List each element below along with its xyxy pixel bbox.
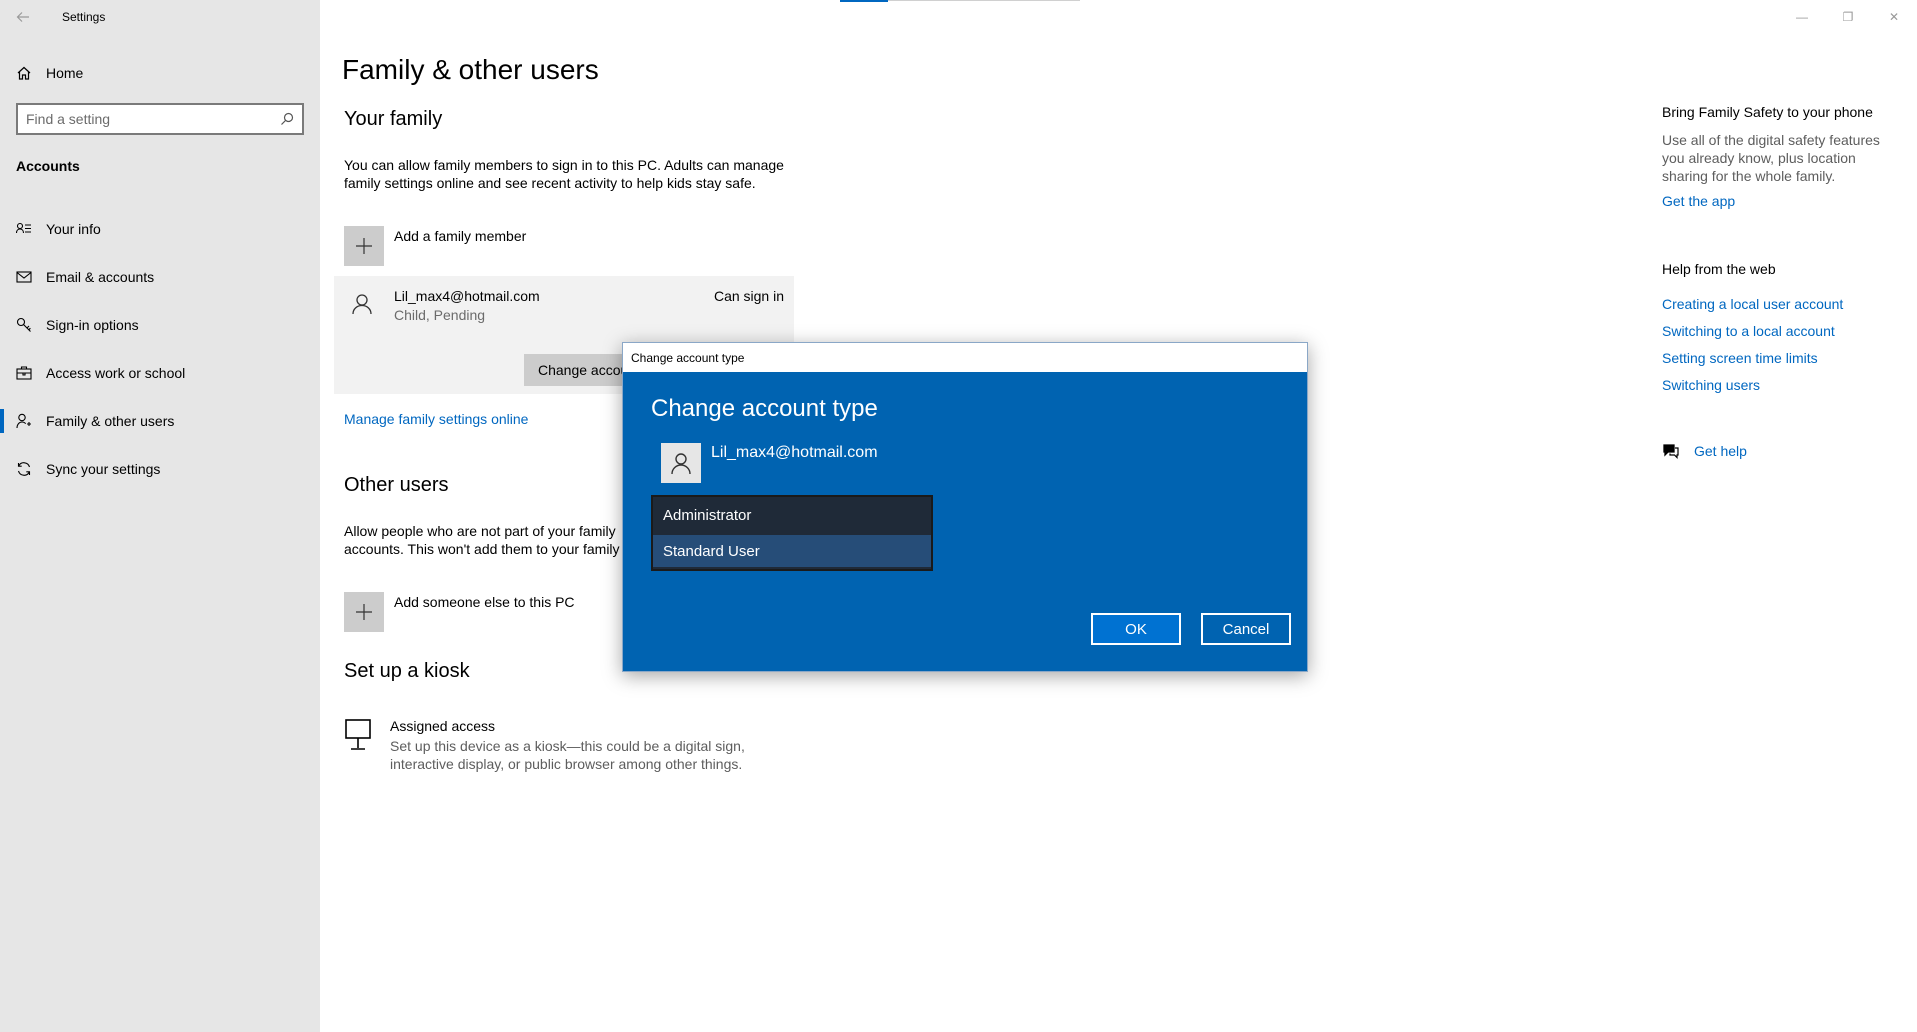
briefcase-icon	[16, 366, 32, 380]
help-link-switching-users[interactable]: Switching users	[1662, 377, 1760, 393]
dialog-titlebar: Change account type	[623, 343, 1307, 372]
dialog-email: Lil_max4@hotmail.com	[711, 444, 878, 461]
add-someone-else-button[interactable]	[344, 592, 384, 632]
home-label: Home	[46, 65, 84, 81]
app-title: Settings	[62, 9, 106, 24]
your-family-heading: Your family	[344, 108, 443, 130]
sidebar-item-label: Sync your settings	[46, 461, 161, 477]
other-users-heading: Other users	[344, 474, 449, 496]
sidebar-item-label: Sign-in options	[46, 317, 139, 333]
section-label-accounts: Accounts	[16, 158, 80, 174]
person-add-icon	[16, 413, 31, 429]
add-someone-else-label[interactable]: Add someone else to this PC	[394, 594, 575, 610]
manage-family-settings-link[interactable]: Manage family settings online	[344, 411, 528, 427]
change-account-type-dialog: Change account type Change account type …	[622, 342, 1308, 672]
sidebar-item-label: Access work or school	[46, 365, 186, 381]
back-button[interactable]	[0, 0, 46, 33]
assigned-access-description: Set up this device as a kiosk—this could…	[390, 738, 745, 772]
ok-button[interactable]: OK	[1091, 613, 1181, 645]
account-type-option-standard-user[interactable]: Standard User	[653, 535, 931, 567]
sidebar-item-access-work[interactable]: Access work or school	[0, 349, 320, 397]
your-family-description: You can allow family members to sign in …	[344, 157, 784, 191]
person-icon	[671, 453, 691, 475]
window-controls: — ❐ ✕	[1779, 0, 1917, 33]
sidebar-item-label: Your info	[46, 221, 101, 237]
search-box[interactable]	[16, 103, 304, 135]
assigned-access-title[interactable]: Assigned access	[390, 718, 495, 734]
help-link-local-user[interactable]: Creating a local user account	[1662, 296, 1843, 312]
sidebar-item-your-info[interactable]: Your info	[0, 205, 320, 253]
kiosk-icon	[345, 719, 371, 750]
close-button[interactable]: ✕	[1871, 0, 1917, 33]
sidebar-item-family-other-users[interactable]: Family & other users	[0, 397, 320, 445]
minimize-icon: —	[1796, 9, 1808, 24]
family-safety-heading: Bring Family Safety to your phone	[1662, 104, 1873, 120]
help-link-switch-local[interactable]: Switching to a local account	[1662, 323, 1835, 339]
key-icon	[16, 317, 31, 332]
sync-icon	[17, 462, 31, 476]
get-help-link[interactable]: Get help	[1694, 443, 1747, 459]
person-icon	[352, 294, 372, 315]
restore-button[interactable]: ❐	[1825, 0, 1871, 33]
titlebar: Settings	[0, 0, 320, 33]
account-type-dropdown[interactable]: Administrator Standard User	[651, 495, 933, 571]
person-card-icon	[16, 222, 31, 234]
home-icon	[17, 66, 31, 80]
cancel-button[interactable]: Cancel	[1201, 613, 1291, 645]
help-from-web-heading: Help from the web	[1662, 261, 1776, 277]
sidebar-item-sign-in-options[interactable]: Sign-in options	[0, 301, 320, 349]
sidebar-nav: Your info Email & accounts Sign-in optio…	[0, 205, 320, 493]
restore-icon: ❐	[1842, 9, 1854, 24]
close-icon: ✕	[1888, 9, 1900, 24]
minimize-button[interactable]: —	[1779, 0, 1825, 33]
member-email: Lil_max4@hotmail.com	[394, 288, 540, 304]
kiosk-heading: Set up a kiosk	[344, 660, 470, 682]
sidebar-item-sync-settings[interactable]: Sync your settings	[0, 445, 320, 493]
member-status: Can sign in	[713, 288, 784, 304]
plus-icon	[356, 604, 372, 620]
home-button[interactable]: Home	[0, 56, 320, 90]
mail-icon	[16, 271, 32, 283]
account-type-option-administrator[interactable]: Administrator	[653, 499, 931, 531]
member-subtitle: Child, Pending	[394, 307, 486, 323]
plus-icon	[356, 238, 372, 254]
sidebar-item-label: Family & other users	[46, 413, 175, 429]
add-family-member-button[interactable]	[344, 226, 384, 266]
sidebar: Settings Home Accounts Your info Email &…	[0, 0, 320, 1032]
get-the-app-link[interactable]: Get the app	[1662, 193, 1735, 209]
chat-help-icon	[1663, 444, 1679, 459]
top-progress-indicator	[840, 0, 888, 2]
back-arrow-icon	[16, 11, 29, 22]
search-input[interactable]	[26, 111, 280, 127]
other-users-description: Allow people who are not part of your fa…	[344, 523, 620, 557]
dialog-heading: Change account type	[651, 395, 878, 422]
sidebar-item-label: Email & accounts	[46, 269, 155, 285]
add-family-member-label[interactable]: Add a family member	[394, 228, 526, 244]
help-link-screen-time[interactable]: Setting screen time limits	[1662, 350, 1818, 366]
page-title: Family & other users	[342, 54, 599, 85]
sidebar-item-email-accounts[interactable]: Email & accounts	[0, 253, 320, 301]
family-safety-text: Use all of the digital safety features y…	[1662, 132, 1880, 184]
dialog-avatar	[661, 443, 701, 483]
search-icon	[281, 112, 294, 125]
avatar	[344, 286, 380, 322]
